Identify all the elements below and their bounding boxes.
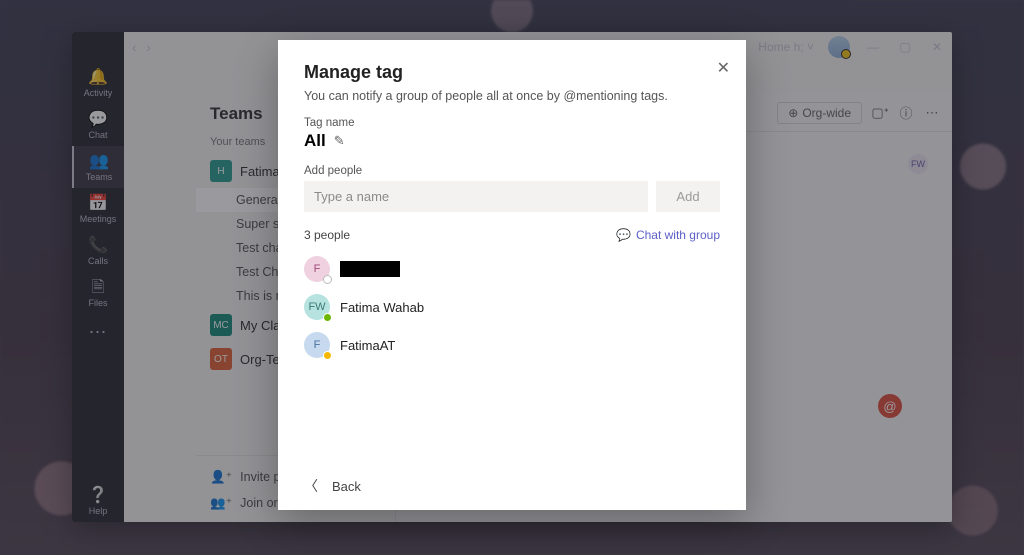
chat-icon: 💬	[616, 228, 631, 242]
close-icon[interactable]: ✕	[717, 58, 730, 78]
modal-subtitle: You can notify a group of people all at …	[304, 89, 720, 103]
chat-with-group-link[interactable]: 💬Chat with group	[616, 228, 720, 242]
person-row[interactable]: F FatimaAT	[304, 326, 720, 364]
tag-name-label: Tag name	[304, 117, 720, 129]
presence-available-icon	[323, 313, 332, 322]
back-button[interactable]: 〈 Back	[304, 464, 720, 496]
people-count: 3 people	[304, 228, 350, 242]
manage-tag-modal: ✕ Manage tag You can notify a group of p…	[278, 40, 746, 510]
presence-unknown-icon	[323, 275, 332, 284]
arrow-left-icon: 〈	[304, 476, 318, 496]
person-row[interactable]: FW Fatima Wahab	[304, 288, 720, 326]
presence-away-icon	[323, 351, 332, 360]
person-row[interactable]: F	[304, 250, 720, 288]
add-button[interactable]: Add	[656, 181, 720, 212]
person-name: Fatima Wahab	[340, 300, 424, 315]
avatar: F	[304, 256, 330, 282]
add-people-label: Add people	[304, 165, 720, 177]
add-people-input[interactable]	[304, 181, 648, 212]
people-list: F FW Fatima Wahab F FatimaAT	[304, 250, 720, 364]
avatar: FW	[304, 294, 330, 320]
avatar: F	[304, 332, 330, 358]
edit-icon[interactable]: ✎	[334, 133, 345, 149]
modal-title: Manage tag	[304, 62, 720, 83]
redacted-name	[340, 261, 400, 277]
person-name: FatimaAT	[340, 338, 395, 353]
tag-name-value: All	[304, 131, 326, 151]
